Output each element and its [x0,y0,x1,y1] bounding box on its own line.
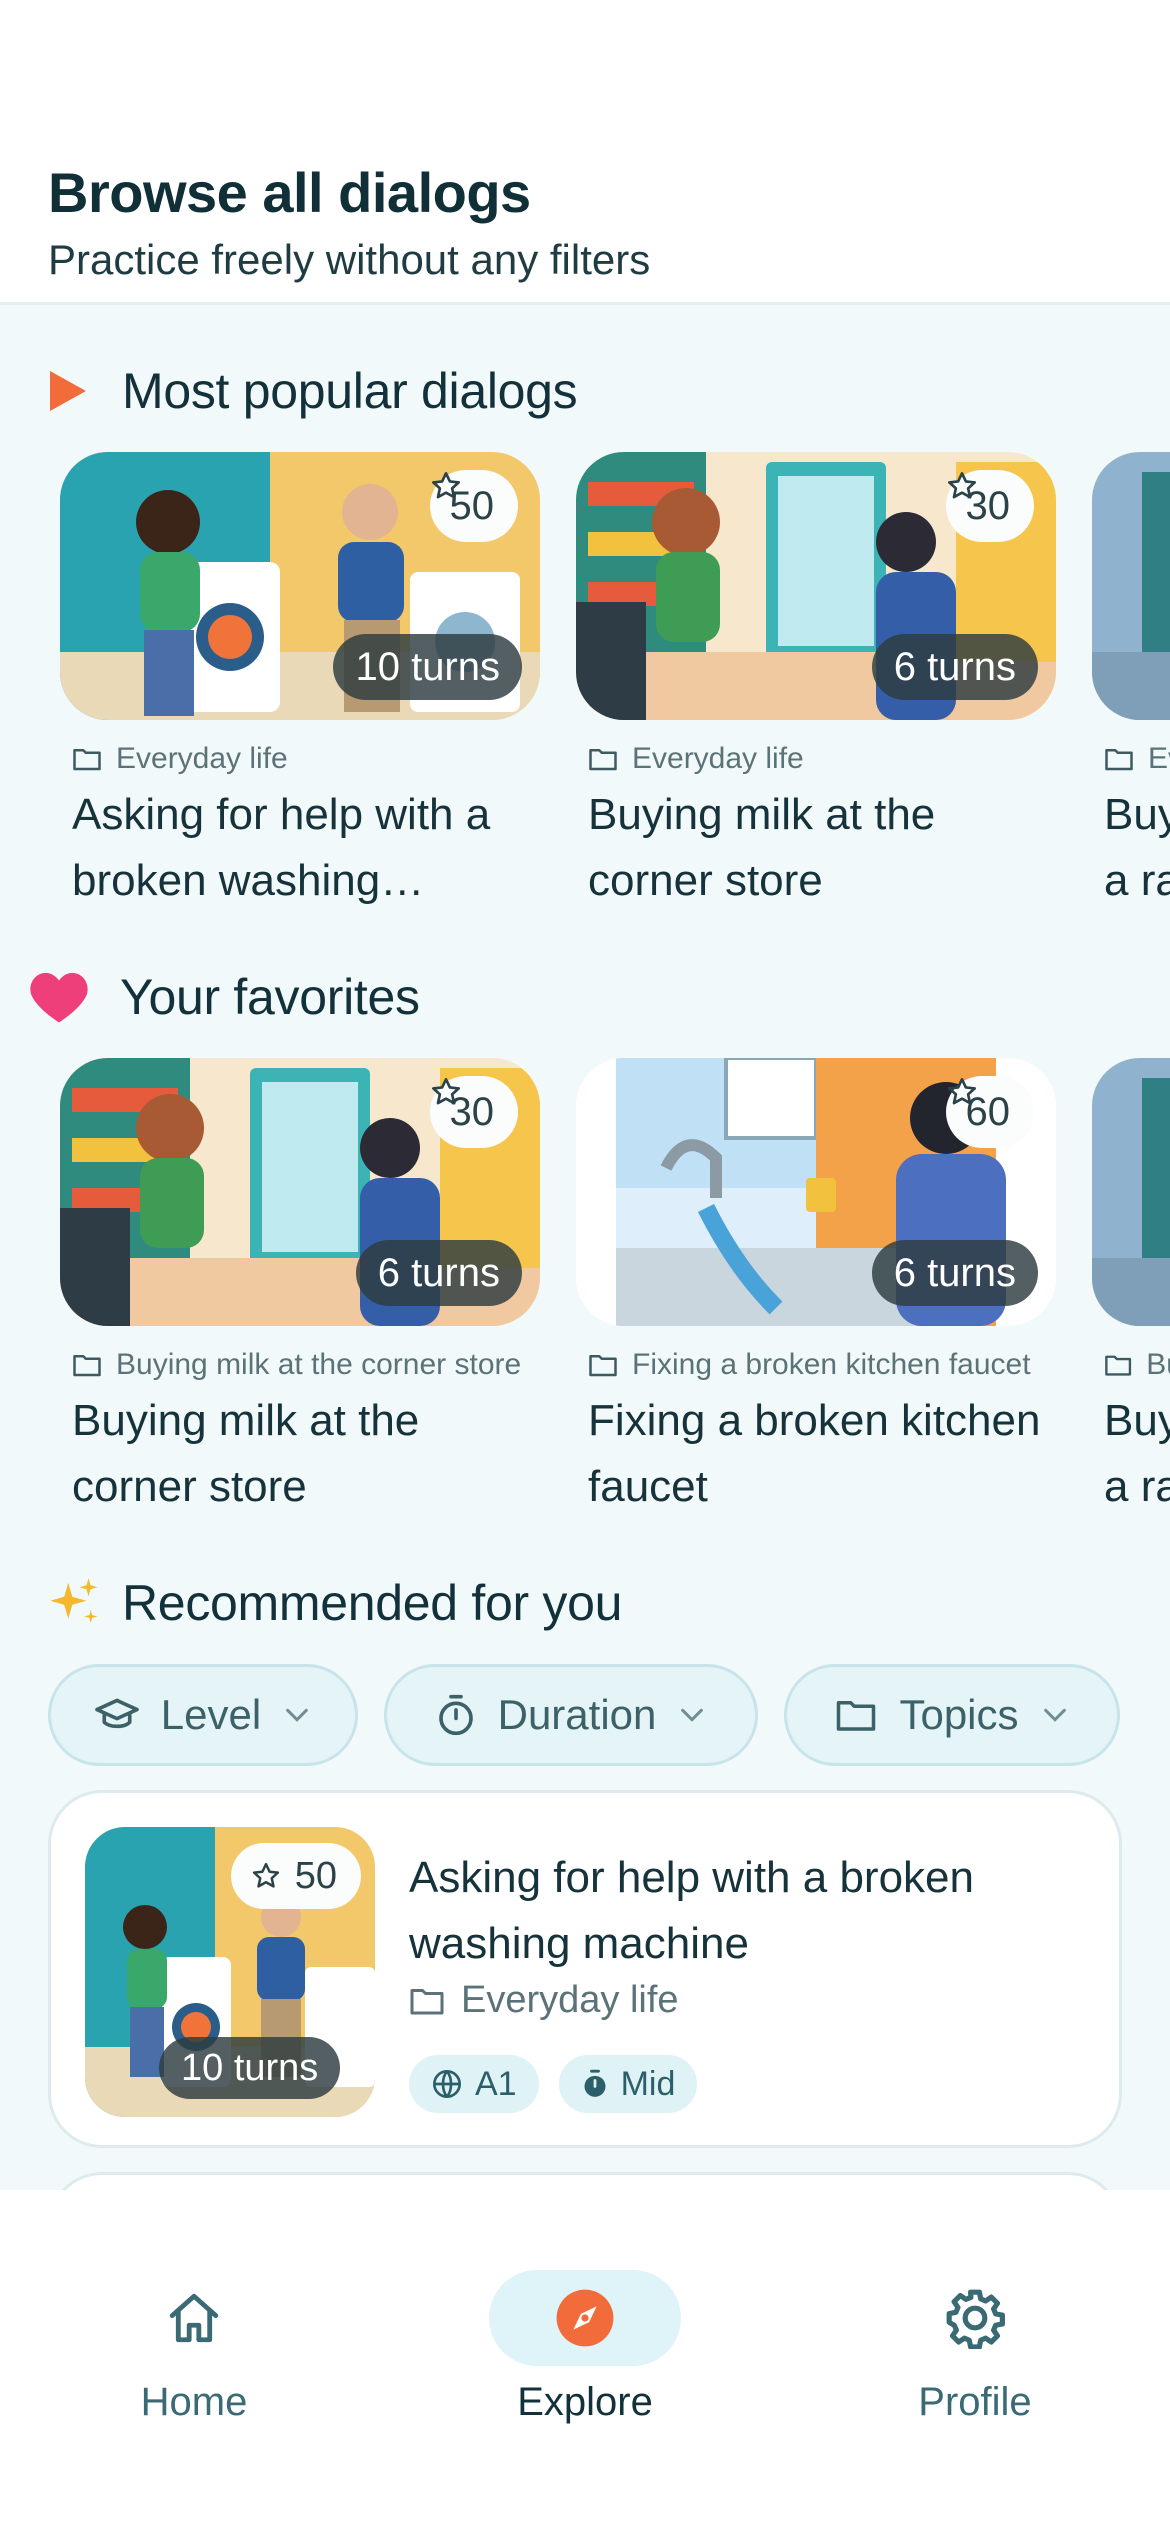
folder-icon [1105,1355,1132,1376]
page-title: Browse all dialogs [48,161,531,224]
star-rating-badge: 60 [945,1076,1034,1148]
star-icon [947,1078,976,1105]
card-title: Buying an umbrella on a rainy day [1104,1396,1170,1511]
card-category: Everyday life [409,1979,679,2022]
section-title-recommended: Recommended for you [122,1575,623,1631]
dialog-card[interactable]: 30 6 turns Everyday life Buying milk at … [576,452,1056,922]
turns-badge: 10 turns [159,2037,341,2099]
star-rating-badge: 50 [230,1843,361,1909]
nav-label: Home [140,2380,248,2424]
turns-badge: 6 turns [871,1240,1038,1306]
filter-label: Topics [899,1691,1019,1738]
card-title: Buying milk at the corner store [588,790,936,905]
bottom-navigation: Home Explore Profile [0,2190,1170,2532]
star-count: 50 [294,1854,337,1897]
scene-illustration-laundry: 50 10 turns [60,452,540,720]
graduation-cap-icon [94,1698,139,1729]
scene-illustration-rain [1092,1058,1170,1326]
scene-illustration-laundry: 50 10 turns [85,1827,375,2117]
nav-icon-container-active [489,2270,681,2366]
star-icon [431,472,460,499]
home-icon [169,2293,219,2343]
card-category: Everyday life [1104,742,1170,776]
turns-badge: 10 turns [333,634,522,700]
filter-label: Level [160,1691,262,1738]
chevron-down-icon [681,1708,704,1722]
chevron-down-icon [286,1708,309,1722]
folder-icon [589,749,617,771]
star-icon [431,1078,460,1105]
nav-home[interactable]: Home [64,2230,324,2430]
filter-topics-button[interactable]: Topics [784,1664,1120,1766]
star-rating-badge: 30 [429,1076,518,1148]
star-icon [947,472,976,499]
card-title: Buying an umbrella on a rainy day [1104,790,1170,905]
stopwatch-icon [584,2069,606,2097]
scene-illustration-faucet: 60 6 turns [576,1058,1056,1326]
folder-icon [1105,749,1133,771]
folder-icon [589,1355,617,1377]
favorites-carousel[interactable]: 30 6 turns Buying milk at the corner sto… [60,1058,1170,1528]
scene-illustration-store: 30 6 turns [60,1058,540,1326]
filter-label: Duration [497,1691,657,1738]
sparkles-icon [50,1578,98,1624]
nav-label: Profile [918,2380,1032,2424]
play-triangle-icon [50,371,86,411]
filter-chips: Level Duration Topics [48,1664,1120,1766]
filter-level-button[interactable]: Level [48,1664,358,1766]
card-category: Buying an umbrella on a rainy day [1104,1348,1170,1382]
card-category: Fixing a broken kitchen faucet [588,1348,1058,1382]
nav-profile[interactable]: Profile [845,2230,1105,2430]
section-title-popular: Most popular dialogs [122,363,578,419]
recommended-section-header: Recommended for you [0,1574,622,1632]
nav-icon-container [879,2270,1071,2366]
card-title: Buying milk at the corner store [72,1396,420,1511]
card-title: Asking for help with a broken washing ma… [72,790,491,905]
dialog-card[interactable]: 30 6 turns Buying milk at the corner sto… [60,1058,540,1528]
card-category: Buying milk at the corner store [72,1348,542,1382]
card-title: Asking for help with a broken washing ma… [409,1853,974,1968]
gear-icon [946,2289,1005,2349]
stopwatch-icon [438,1694,473,1736]
nav-label: Explore [517,2380,653,2424]
filter-duration-button[interactable]: Duration [384,1664,758,1766]
compass-icon [556,2289,614,2347]
popular-section-header: Most popular dialogs [0,362,578,420]
page-subtitle: Practice freely without any filters [48,236,651,283]
favorites-section-header: Your favorites [0,968,420,1026]
popular-carousel[interactable]: 50 10 turns Everyday life Asking for hel… [60,452,1170,922]
turns-badge: 6 turns [871,634,1038,700]
folder-icon [410,1988,444,2014]
card-tags: A1 Mid [409,2055,698,2113]
folder-icon [73,1355,101,1377]
star-rating-badge: 30 [945,470,1034,542]
folder-icon [837,1701,876,1731]
dialog-card[interactable]: 60 6 turns Fixing a broken kitchen fauce… [576,1058,1056,1528]
turns-badge: 6 turns [355,1240,522,1306]
globe-icon [433,2070,461,2098]
heart-icon [30,972,88,1023]
page-header: Browse all dialogs Practice freely witho… [0,0,1170,305]
chevron-down-icon [1043,1708,1066,1722]
section-title-favorites: Your favorites [120,969,420,1025]
dialog-card[interactable]: 50 10 turns Everyday life Asking for hel… [60,452,540,922]
scene-illustration-rain [1092,452,1170,720]
card-category: Everyday life [588,742,1058,776]
duration-tag: Mid [558,2055,698,2113]
dialog-card[interactable]: Everyday life Buying an umbrella on a ra… [1092,452,1170,922]
nav-icon-container [98,2270,290,2366]
card-title: Fixing a broken kitchen faucet [588,1396,1041,1511]
star-rating-badge: 50 [429,470,518,542]
card-category: Everyday life [72,742,542,776]
level-tag: A1 [409,2055,539,2113]
nav-explore[interactable]: Explore [455,2230,715,2430]
scene-illustration-store: 30 6 turns [576,452,1056,720]
recommended-dialog-card[interactable]: 50 10 turns Asking for help with a broke… [48,1790,1122,2148]
folder-icon [73,749,101,771]
dialog-card[interactable]: Buying an umbrella on a rainy day Buying… [1092,1058,1170,1528]
star-icon [252,1862,279,1888]
